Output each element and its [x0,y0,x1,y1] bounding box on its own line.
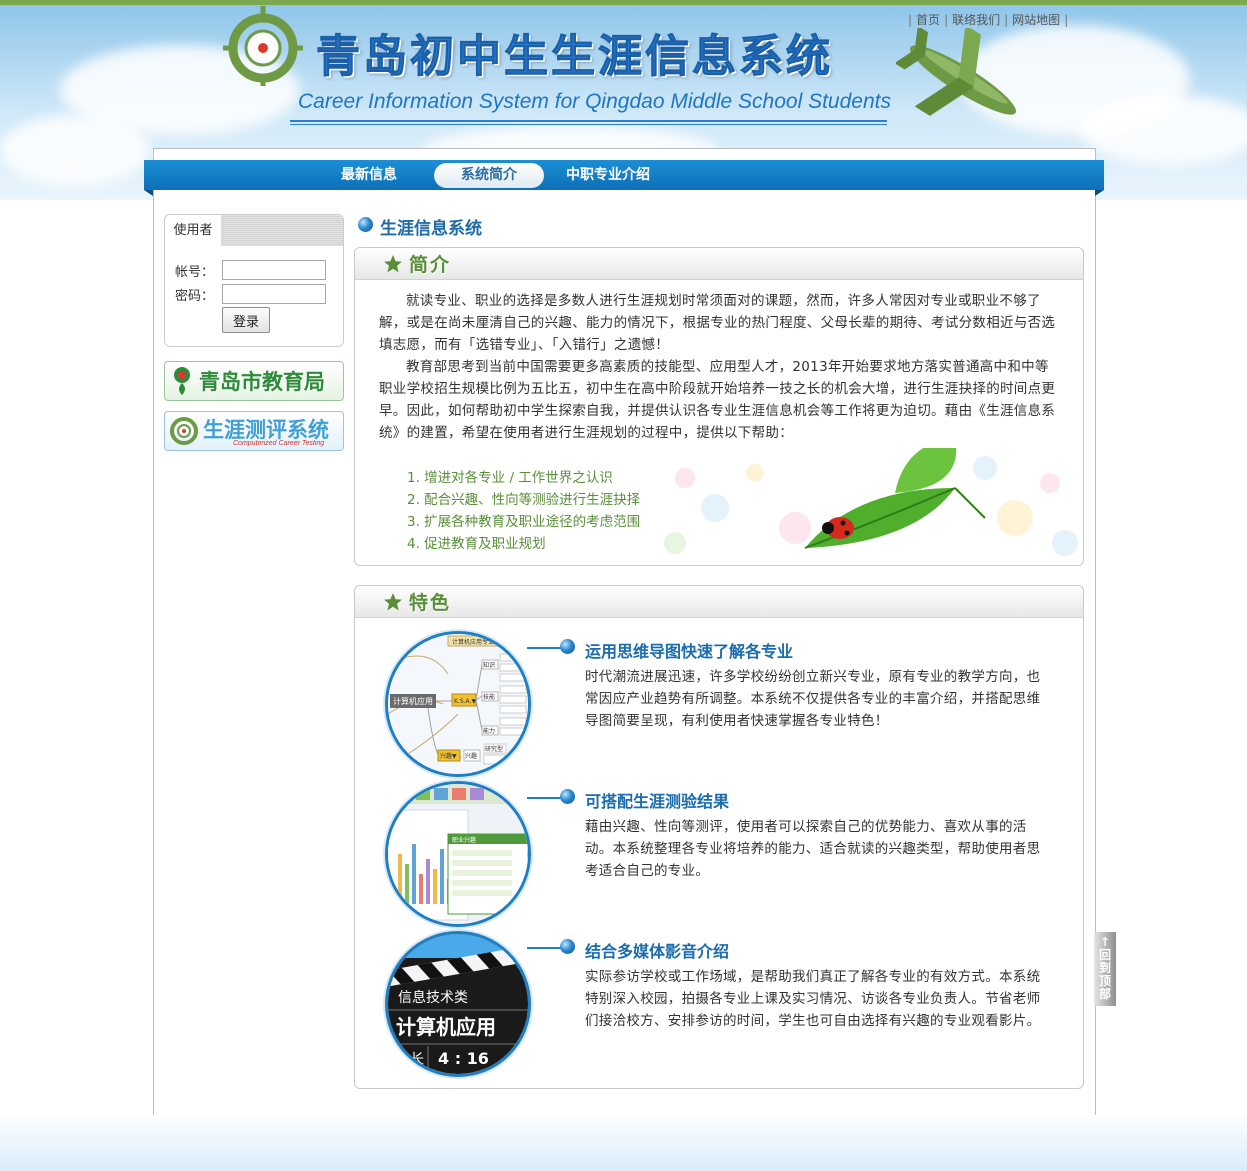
top-links: | 首页 | 联络我们 | 网站地图 | [908,13,1069,27]
section-title: 生涯信息系统 [380,219,482,239]
career-testing-sublabel: Computerized Career Testing [233,440,325,447]
features-heading: 特色 [409,592,452,614]
airplane-icon [894,24,1031,137]
title-underline-thin [290,124,887,125]
test-results-thumbnail: 职业兴趣 [385,781,531,927]
account-label: 帐号： [175,265,215,280]
site-subtitle: Career Information System for Qingdao Mi… [298,90,891,113]
intro-paragraph: 教育部思考到当前中国需要更多高素质的技能型、应用型人才，2013年开始要求地方落… [379,359,1056,441]
feature-bullet-icon [560,789,575,804]
password-input[interactable] [222,284,326,304]
intro-heading: 简介 [409,254,452,276]
benefit-list-item: 2. 配合兴趣、性向等测验进行生涯抉择 [407,492,641,508]
feature-bullet-icon [560,939,575,954]
mind-map-label: 兴趣 [465,752,477,760]
feature-description: 时代潮流进展迅速，许多学校纷纷创立新兴专业，原有专业的教学方向，也常因应产业趋势… [585,669,1041,729]
star-icon [384,255,402,273]
nav-bar-right-fold [1095,190,1104,196]
mind-map-label: 计算机应用 [393,696,433,706]
top-link-home[interactable]: 首页 [916,13,940,27]
features-panel: 特色 计算机应用专业简介 计算机应用 K.S.A.▼ 知识 技能 能力 兴趣▼ … [354,585,1084,1089]
benefit-list-item: 3. 扩展各种教育及职业途径的考虑范围 [407,514,641,530]
video-duration-label: 4 : 16 [438,1049,489,1068]
title-underline [290,120,887,122]
feature-bullet-icon [560,639,575,654]
footer-band [0,1113,1247,1171]
nav-bar-left-fold [144,190,153,196]
mind-map-thumbnail: 计算机应用专业简介 计算机应用 K.S.A.▼ 知识 技能 能力 兴趣▼ 兴趣 … [385,631,531,777]
site-title: 青岛初中生生涯信息系统 [316,31,833,83]
features-panel-header: 特色 [355,586,1083,618]
mind-map-label: 知识 [483,661,495,669]
mind-map-label: 能力 [483,727,495,735]
benefit-list-item: 1. 增进对各专业 / 工作世界之认识 [407,470,613,486]
target-logo-icon [223,6,303,90]
intro-panel: 简介 就读专业、职业的选择是多数人进行生涯规划时常须面对的课题，然而，许多人常因… [354,247,1084,566]
intro-text: 就读专业、职业的选择是多数人进行生涯规划时常须面对的课题，然而，许多人常因对专业… [379,290,1061,444]
mind-map-label: 研究型 [485,745,503,753]
mind-map-label: 计算机应用专业简介 [452,638,506,646]
login-panel: 使用者 帐号： 密码： 登录 [164,214,344,347]
video-title-label: 计算机应用 [396,1015,496,1039]
nav-item-vocational-majors[interactable]: 中职专业介绍 [554,163,662,188]
benefit-list: 1. 增进对各专业 / 工作世界之认识 2. 配合兴趣、性向等测验进行生涯抉择 … [407,467,640,555]
leaf-ladybug-decoration-icon [664,448,1078,556]
feature-title: 结合多媒体影音介绍 [585,942,730,961]
mind-map-label: 技能 [483,693,495,701]
login-button[interactable]: 登录 [222,307,270,333]
top-link-sitemap[interactable]: 网站地图 [1012,13,1060,27]
video-category-label: 信息技术类 [398,989,468,1006]
login-tab[interactable]: 使用者 [165,215,221,246]
section-bullet-icon [358,217,373,232]
star-icon [384,593,402,611]
feature-description: 实际参访学校或工作场域，是帮助我们真正了解各专业的有效方式。本系统特别深入校园，… [585,969,1041,1029]
education-bureau-logo-icon [174,367,190,395]
video-length-label: 长 [410,1052,424,1068]
nav-item-system-intro[interactable]: 系统简介 [434,163,544,188]
qingdao-education-bureau-banner[interactable]: 青岛市教育局 [164,361,344,401]
education-bureau-label: 青岛市教育局 [199,370,325,394]
benefit-list-item: 4. 促进教育及职业规划 [407,536,546,552]
intro-paragraph: 就读专业、职业的选择是多数人进行生涯规划时常须面对的课题，然而，许多人常因对专业… [379,293,1056,353]
top-link-contact[interactable]: 联络我们 [952,13,1000,27]
career-testing-target-icon [170,417,198,445]
feature-description: 藉由兴趣、性向等测评，使用者可以探索自己的优势能力、喜欢从事的活动。本系统整理各… [585,819,1041,879]
mind-map-label: 兴趣▼ [440,752,457,760]
feature-title: 运用思维导图快速了解各专业 [585,642,794,661]
test-results-label: 职业兴趣 [452,836,476,844]
password-label: 密码： [175,289,215,304]
intro-panel-header: 简介 [355,248,1083,280]
career-testing-banner[interactable]: 生涯测评系统 Computerized Career Testing [164,411,344,451]
video-clapperboard-thumbnail: 信息技术类 计算机应用 长 4 : 16 [385,931,531,1077]
nav-item-latest-news[interactable]: 最新信息 [322,163,416,188]
feature-title: 可搭配生涯测验结果 [585,792,730,811]
mind-map-label: K.S.A.▼ [454,698,476,705]
back-to-top-button[interactable]: ↑ 回到顶部 [1094,932,1116,1006]
back-to-top-label: 回到顶部 [1099,948,1112,1001]
account-input[interactable] [222,260,326,280]
